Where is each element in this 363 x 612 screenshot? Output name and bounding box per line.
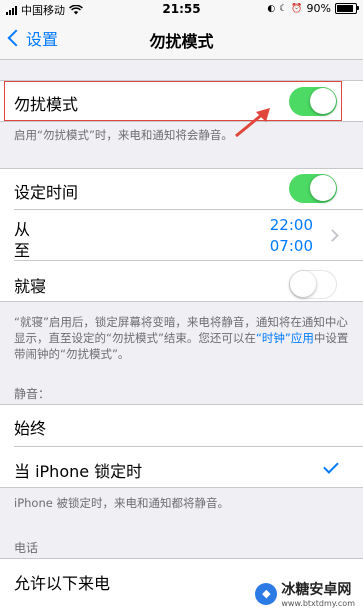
bedtime-footer: “就寝”启用后，锁定屏幕将变暗，来电将静音，通知将在通知中心显示，直至设定的“勿…	[14, 314, 349, 362]
battery-percent: 90%	[306, 2, 331, 15]
phone-header: 电话	[14, 541, 39, 555]
bedtime-toggle[interactable]	[289, 270, 337, 299]
clock-app-link[interactable]: “时钟”应用	[256, 331, 314, 345]
bedtime-label: 就寝	[14, 277, 47, 296]
watermark-text: 冰糖安卓网 www.btxtdmy.com	[281, 579, 355, 608]
watermark: ◆ 冰糖安卓网 www.btxtdmy.com	[251, 577, 359, 610]
silence-header: 静音：	[14, 387, 51, 401]
checkmark-icon	[323, 458, 339, 474]
schedule-toggle[interactable]	[289, 174, 337, 203]
locked-label: 当 iPhone 锁定时	[14, 462, 143, 481]
schedule-label: 设定时间	[14, 183, 79, 202]
from-time: 22:00	[269, 216, 313, 234]
watermark-url: www.btxtdmy.com	[281, 599, 355, 608]
location-icon: ◐	[267, 3, 276, 14]
to-label: 至	[14, 241, 31, 260]
page-title: 勿扰模式	[149, 32, 214, 51]
schedule-group: 设定时间 从 至 22:00 07:00 就寝	[0, 168, 363, 302]
silence-footer: iPhone 被锁定时，来电和通知都将静音。	[14, 496, 229, 510]
highlight-box	[4, 81, 342, 121]
watermark-title: 冰糖安卓网	[281, 582, 352, 598]
silence-group: 始终 当 iPhone 锁定时	[0, 404, 363, 488]
dnd-footer: 启用“勿扰模式”时，来电和通知将会静音。	[14, 128, 233, 142]
navigation-bar: 设置 勿扰模式	[0, 18, 363, 60]
chevron-right-icon	[326, 229, 339, 242]
silence-locked-row[interactable]: 当 iPhone 锁定时	[0, 447, 363, 488]
always-label: 始终	[14, 419, 47, 438]
status-bar: 中国移动 21:55 ◐ ☾ ⏰ 90%	[0, 0, 363, 18]
battery-icon	[335, 3, 359, 14]
silence-always-row[interactable]: 始终	[0, 404, 363, 446]
alarm-icon: ⏰	[291, 3, 303, 14]
moon-icon: ☾	[279, 3, 288, 14]
watermark-logo-icon: ◆	[255, 582, 278, 605]
allow-calls-label: 允许以下来电	[14, 574, 111, 593]
status-right: ◐ ☾ ⏰ 90%	[267, 2, 359, 15]
to-time: 07:00	[269, 237, 313, 255]
schedule-time-row[interactable]: 从 至 22:00 07:00	[0, 210, 363, 260]
